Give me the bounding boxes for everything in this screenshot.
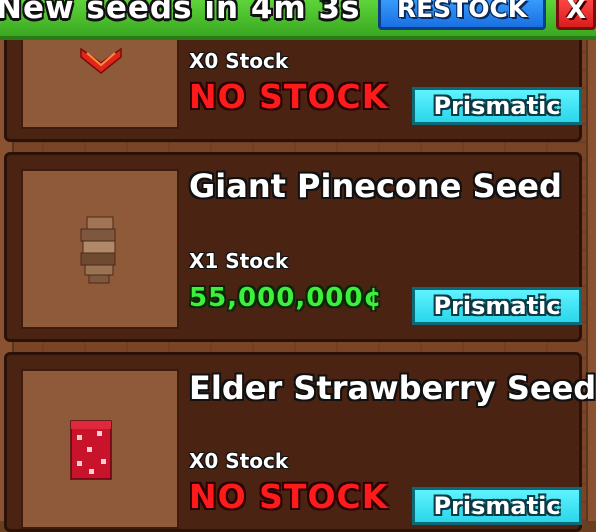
seed-thumbnail-3 bbox=[21, 369, 179, 529]
rarity-badge-3: Prismatic bbox=[412, 487, 582, 525]
no-stock-label-3: NO STOCK bbox=[189, 477, 389, 516]
rarity-badge-1: Prismatic bbox=[412, 87, 582, 125]
seed-thumbnail-2 bbox=[21, 169, 179, 329]
frame-rail-right bbox=[586, 40, 596, 521]
stock-count-3: X0 Stock bbox=[189, 449, 289, 473]
shop-header: New seeds in 4m 3s RESTOCK X bbox=[0, 0, 596, 40]
no-stock-label-1: NO STOCK bbox=[189, 77, 389, 116]
restock-button[interactable]: RESTOCK bbox=[378, 0, 546, 30]
pinecone-seed-icon bbox=[80, 216, 116, 284]
seed-card-1[interactable]: X0 Stock NO STOCK Prismatic bbox=[4, 28, 582, 142]
strawberry-seed-icon bbox=[70, 420, 112, 480]
stock-count-1: X0 Stock bbox=[189, 49, 289, 73]
seed-card-2[interactable]: Giant Pinecone Seed X1 Stock 55,000,000¢… bbox=[4, 152, 582, 342]
red-flower-seed-icon bbox=[80, 47, 122, 74]
stock-count-2: X1 Stock bbox=[189, 249, 289, 273]
seed-thumbnail-1 bbox=[21, 29, 179, 129]
close-button[interactable]: X bbox=[556, 0, 596, 30]
restock-timer: New seeds in 4m 3s bbox=[0, 0, 361, 26]
price-label-2: 55,000,000¢ bbox=[189, 283, 383, 313]
seed-card-3[interactable]: Elder Strawberry Seed X0 Stock NO STOCK … bbox=[4, 352, 596, 532]
seed-name-3: Elder Strawberry Seed bbox=[189, 369, 596, 407]
rarity-badge-2: Prismatic bbox=[412, 287, 582, 325]
seed-name-2: Giant Pinecone Seed bbox=[189, 167, 562, 205]
